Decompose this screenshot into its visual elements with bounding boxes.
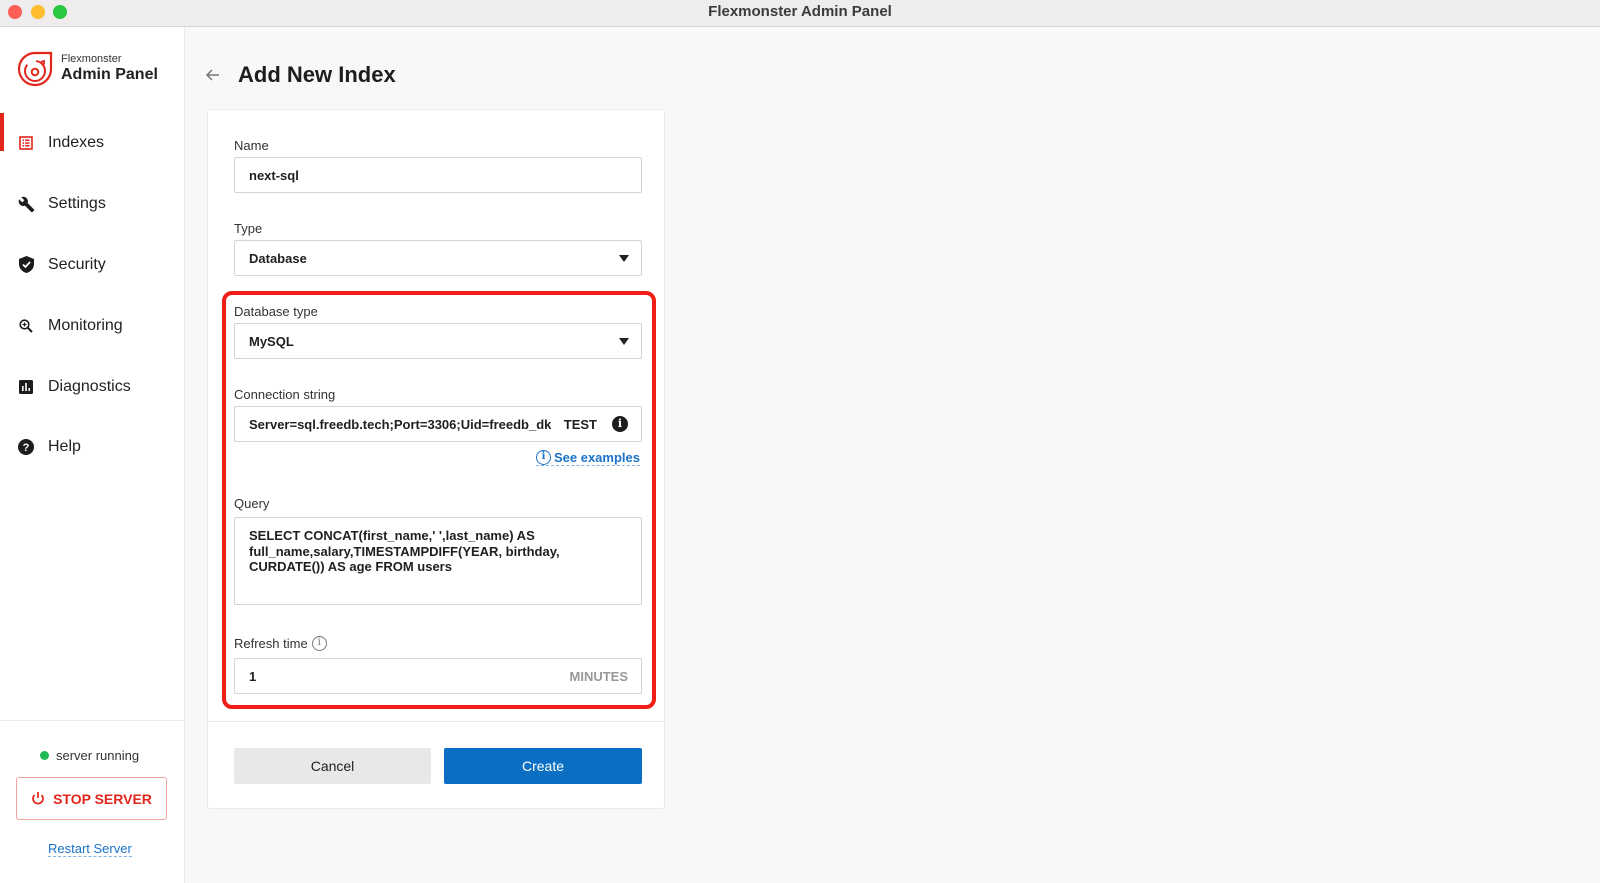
sidebar-item-indexes[interactable]: Indexes [0, 113, 185, 174]
sidebar-item-label: Security [48, 255, 106, 273]
sidebar-item-label: Diagnostics [48, 377, 131, 395]
refresh-time-unit: MINUTES [569, 668, 629, 684]
cancel-button[interactable]: Cancel [234, 748, 431, 784]
add-index-form: Name next-sql Type Database Database typ… [207, 109, 665, 809]
database-type-value: MySQL [249, 333, 294, 349]
stop-server-label: STOP SERVER [53, 790, 152, 807]
connection-string-label: Connection string [234, 387, 336, 402]
restart-server-link[interactable]: Restart Server [48, 841, 132, 857]
connection-string-value: Server=sql.freedb.tech;Port=3306;Uid=fre… [249, 416, 552, 432]
shield-check-icon [17, 256, 35, 274]
window-title: Flexmonster Admin Panel [708, 3, 892, 20]
see-examples-label: See examples [553, 450, 640, 465]
name-input-value: next-sql [249, 167, 299, 183]
main-content: Add New Index Name next-sql Type Databas… [185, 27, 1600, 883]
database-type-label: Database type [234, 304, 318, 319]
type-label: Type [234, 221, 263, 236]
type-select[interactable]: Database [234, 240, 642, 276]
refresh-time-input[interactable]: 1 MINUTES [234, 658, 642, 694]
see-examples-link[interactable]: i See examples [535, 450, 640, 466]
wrench-icon [17, 195, 35, 213]
stop-server-button[interactable]: STOP SERVER [16, 777, 167, 820]
page-title: Add New Index [238, 62, 396, 87]
sidebar-item-help[interactable]: ? Help [0, 417, 185, 478]
power-icon [32, 791, 44, 804]
sidebar-item-label: Indexes [48, 134, 105, 152]
bar-chart-icon [17, 378, 35, 396]
test-connection-button[interactable]: TEST [564, 417, 597, 432]
sidebar: Flexmonster Admin Panel Indexes Settings… [0, 27, 185, 883]
server-status: server running [40, 748, 139, 763]
server-controls: server running STOP SERVER Restart Serve… [0, 720, 185, 883]
refresh-time-value: 1 [249, 668, 257, 684]
server-status-text: server running [56, 748, 140, 763]
type-select-value: Database [249, 250, 307, 266]
sidebar-item-label: Help [48, 438, 81, 456]
connection-string-input[interactable]: Server=sql.freedb.tech;Port=3306;Uid=fre… [234, 406, 642, 442]
sidebar-item-settings[interactable]: Settings [0, 174, 185, 235]
zoom-in-icon [17, 317, 35, 335]
query-textarea[interactable]: SELECT CONCAT(first_name,' ',last_name) … [234, 517, 642, 605]
flexmonster-logo-icon [17, 51, 53, 87]
back-arrow-icon[interactable] [205, 67, 221, 83]
refresh-time-label: Refresh time i [234, 636, 327, 651]
sidebar-item-security[interactable]: Security [0, 235, 185, 296]
name-label: Name [234, 138, 269, 153]
active-indicator [0, 113, 4, 151]
sidebar-nav: Indexes Settings Security Monitoring Dia… [0, 113, 185, 478]
sidebar-item-label: Settings [48, 195, 106, 213]
info-outline-icon[interactable]: i [311, 636, 327, 651]
info-outline-icon: i [535, 450, 551, 465]
sidebar-item-diagnostics[interactable]: Diagnostics [0, 356, 185, 417]
refresh-time-label-text: Refresh time [234, 636, 308, 651]
list-icon [17, 134, 35, 152]
info-icon[interactable]: i [612, 416, 628, 432]
query-label: Query [234, 496, 270, 511]
window-titlebar: Flexmonster Admin Panel [0, 0, 1600, 27]
divider [208, 721, 664, 722]
help-circle-icon: ? [17, 438, 35, 456]
status-dot-icon [40, 751, 49, 760]
svg-text:?: ? [23, 442, 30, 454]
sidebar-item-monitoring[interactable]: Monitoring [0, 295, 185, 356]
database-type-select[interactable]: MySQL [234, 323, 642, 359]
chevron-down-icon [619, 255, 629, 262]
sidebar-item-label: Monitoring [48, 316, 123, 334]
brand-name-small: Flexmonster [61, 53, 122, 65]
chevron-down-icon [619, 338, 629, 345]
brand-name-large: Admin Panel [61, 66, 158, 83]
name-input[interactable]: next-sql [234, 157, 642, 193]
create-button[interactable]: Create [444, 748, 642, 784]
